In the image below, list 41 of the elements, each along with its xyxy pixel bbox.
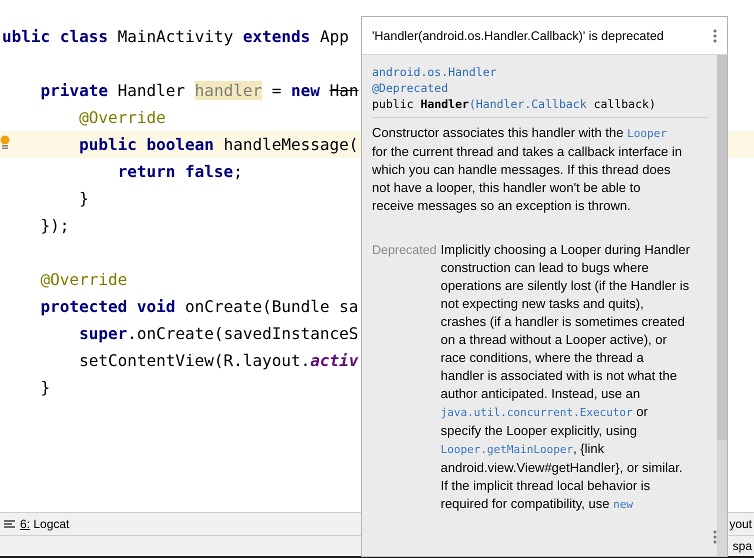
code-text: setContentView(R.layout. <box>79 351 310 370</box>
code-text: } <box>40 378 50 397</box>
lightbulb-icon[interactable] <box>0 135 10 150</box>
code-annotation: @Override <box>79 108 166 127</box>
signature-line: @Deprecated <box>372 80 450 96</box>
lines-icon <box>4 520 15 528</box>
code-text: = <box>272 81 282 100</box>
code-text: }); <box>40 216 70 235</box>
code-text: App <box>320 27 349 46</box>
signature-line: public Handler(Handler.Callback callback) <box>372 96 657 112</box>
signature-line: android.os.Handler <box>372 64 498 80</box>
code-text: MainActivity <box>118 27 234 46</box>
code-keyword: new <box>291 81 320 100</box>
code-text: Han <box>330 81 358 100</box>
more-options-icon[interactable] <box>713 28 717 42</box>
code-keyword: extends <box>242 27 310 46</box>
code-text: ; <box>233 162 243 181</box>
scrollbar[interactable] <box>717 55 727 556</box>
status-text: yout <box>729 517 753 531</box>
deprecation-text: Implicitly choosing a Looper during Handler construction can lead to bugs where operations are silently lost (if the Handler is not expecting new tasks and quits), crashes (if a handler is sometimes created on a thread without a Looper active), or race conditions, where the thread a handler is associated with is not what the author anticipated. Instead, use an java.util.concurrent.Executor or specify the Looper explicitly, using Looper.getMainLooper, {link android.view.View#getHandler}, or similar. If the implicit thread local behavior is required for compatibility, use new <box>440 241 691 513</box>
code-annotation: @Override <box>40 270 128 289</box>
indent-status[interactable]: spa <box>732 539 754 553</box>
code-keyword: protected void <box>40 297 176 316</box>
code-text: } <box>79 189 89 208</box>
code-keyword: ublic <box>2 27 50 46</box>
code-keyword: public boolean <box>79 135 214 154</box>
code-keyword: private <box>40 81 108 100</box>
more-options-icon[interactable] <box>713 530 717 544</box>
code-keyword: class <box>60 27 108 46</box>
deprecated-label: Deprecated <box>372 242 437 259</box>
logcat-tab[interactable]: 6: Logcat <box>0 514 74 534</box>
code-keyword: return false <box>118 162 234 181</box>
code-text: handleMessage( <box>224 135 358 154</box>
description-text: Constructor associates this handler with the Looper for the current thread and takes a callback interface in which you can handle messages. If this thread does not have a looper, this handler won't be able to receive messages so an exception is thrown. <box>372 124 683 215</box>
code-text: .onCreate(savedInstanceS <box>127 324 358 343</box>
popup-title: 'Handler(android.os.Handler.Callback)' is deprecated <box>372 28 664 42</box>
code-text: handler <box>194 81 262 100</box>
code-text: onCreate(Bundle sa <box>185 297 358 316</box>
code-text: Handler <box>118 81 186 100</box>
code-text: activ <box>310 351 358 370</box>
code-keyword: super <box>79 324 128 343</box>
